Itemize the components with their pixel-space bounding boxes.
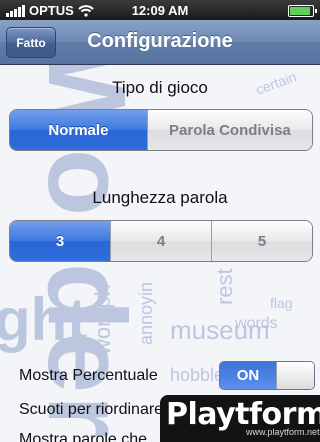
word-length-segmented-control[interactable]: 3 4 5: [9, 220, 313, 262]
settings-content[interactable]: Worder ght workph museum annoyin hobbled…: [0, 65, 320, 442]
segment-normal[interactable]: Normale: [10, 110, 147, 150]
game-type-title: Tipo di gioco: [112, 78, 208, 97]
switch-knob[interactable]: [276, 362, 314, 389]
word-length-title: Lunghezza parola: [92, 188, 228, 207]
clock: 12:09 AM: [131, 3, 189, 18]
watermark-url: www.playtform.net: [246, 427, 320, 437]
show-percentage-switch[interactable]: ON: [219, 361, 315, 390]
segment-length-5[interactable]: 5: [211, 221, 312, 261]
game-type-segmented-control[interactable]: Normale Parola Condivisa: [9, 109, 313, 151]
show-words-label: Mostra parole che: [19, 431, 148, 442]
background-word: annoyin: [136, 281, 156, 345]
background-word: flag: [270, 295, 293, 311]
page-title: Configurazione: [87, 30, 233, 52]
segment-length-4[interactable]: 4: [110, 221, 211, 261]
status-bar: OPTUS 12:09 AM: [0, 0, 320, 20]
switch-on-label: ON: [220, 362, 276, 389]
playtform-watermark: Playtform www.playtform.net: [160, 395, 320, 442]
segment-shared-word[interactable]: Parola Condivisa: [146, 110, 312, 150]
navigation-bar: Fatto Configurazione: [0, 20, 320, 65]
shake-to-shuffle-label: Scuoti per riordinare: [19, 401, 164, 418]
background-word: words: [235, 315, 278, 332]
battery-fill: [290, 7, 310, 15]
segment-length-3[interactable]: 3: [10, 221, 110, 261]
show-percentage-label: Mostra Percentuale: [19, 367, 158, 384]
background-word: museum: [170, 315, 270, 345]
background-word: rest: [212, 268, 237, 305]
battery-icon: [288, 5, 317, 17]
background-word: ght: [0, 286, 88, 353]
background-word: workph: [90, 284, 115, 355]
